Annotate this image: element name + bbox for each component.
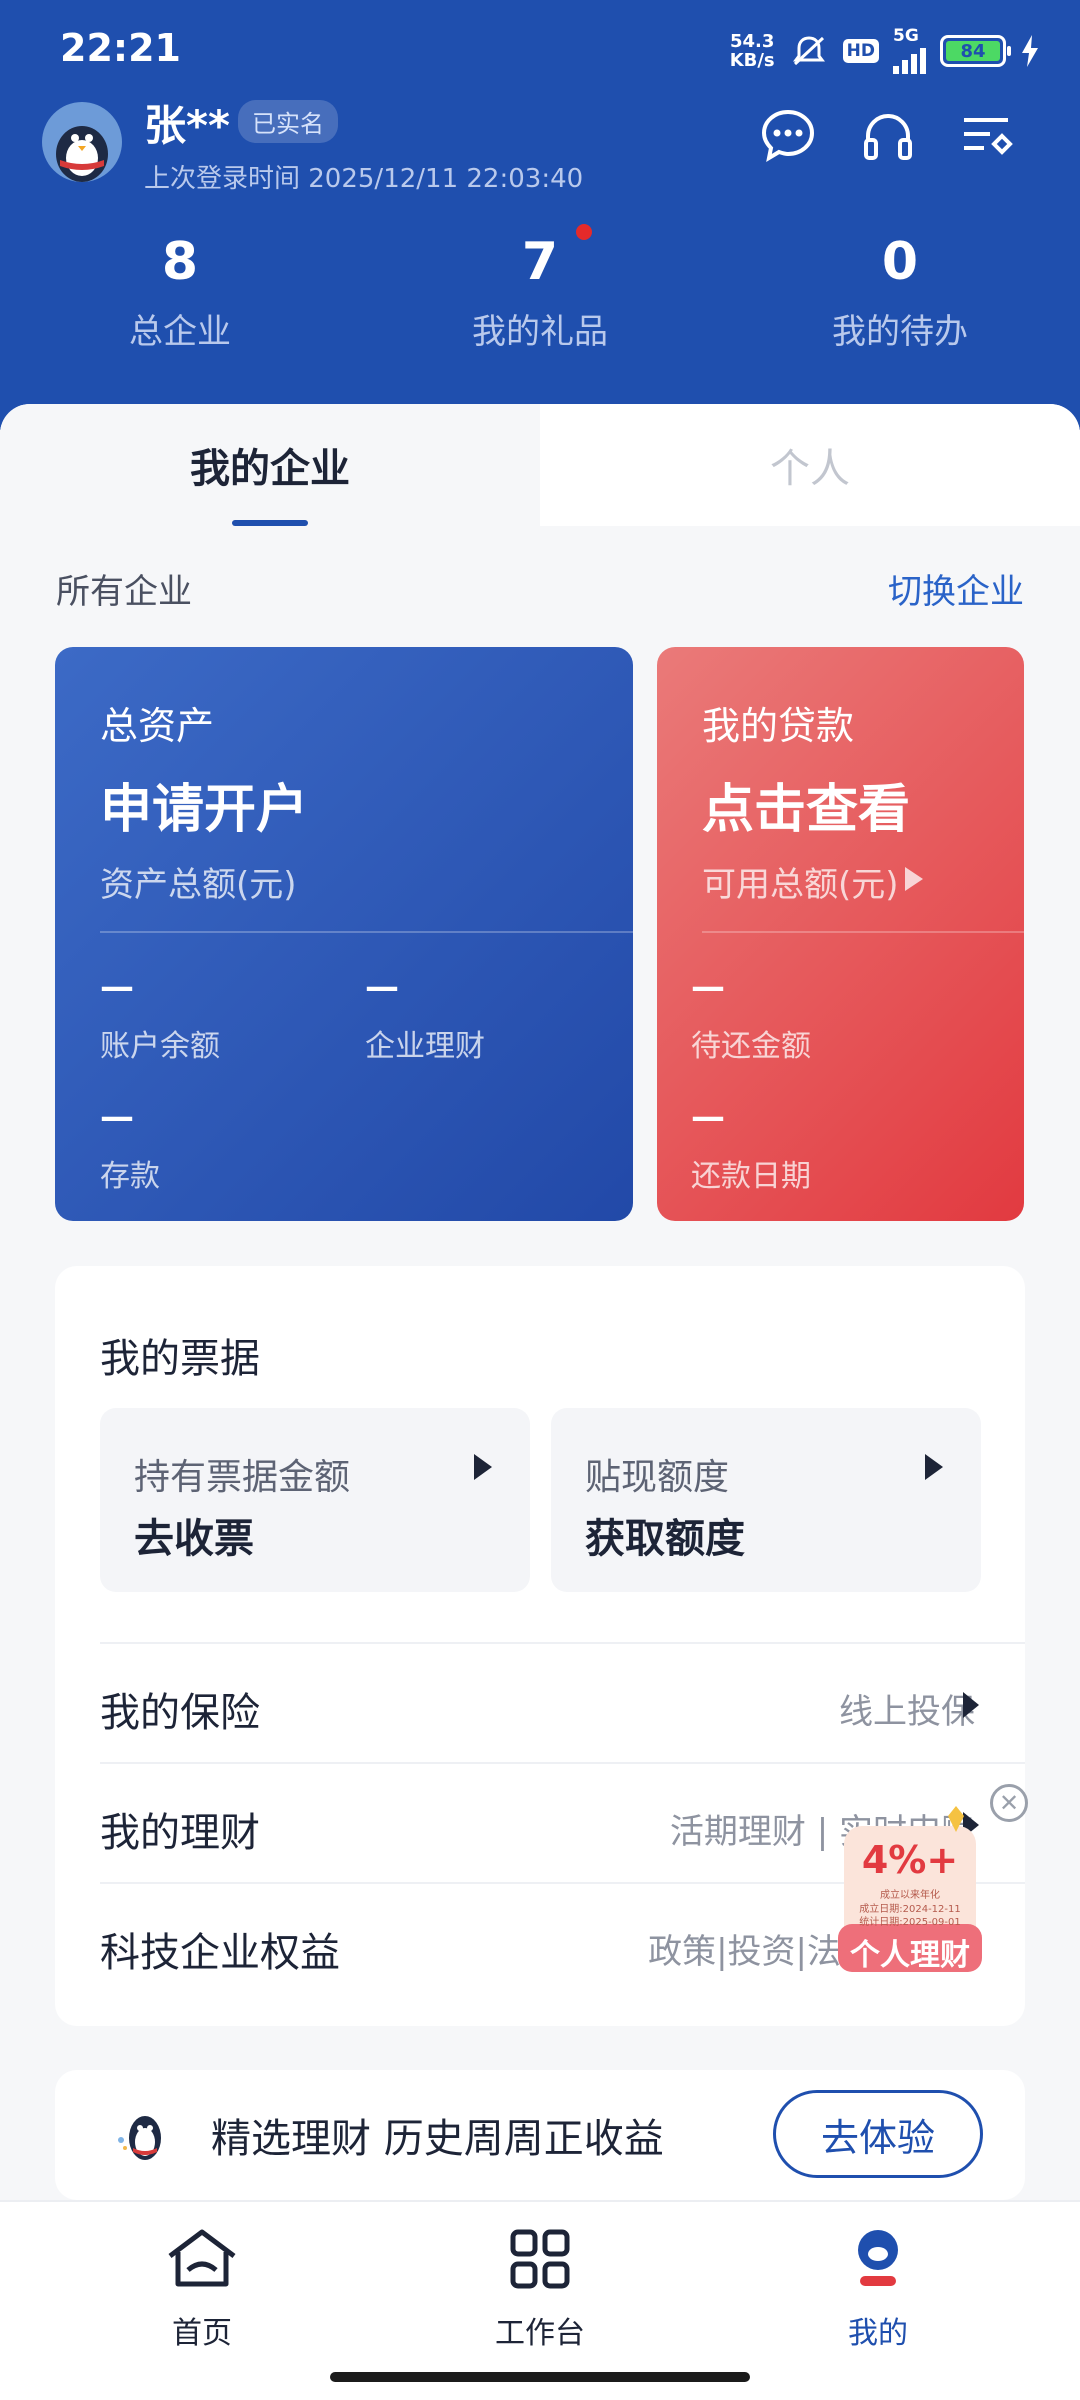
banner-text: 精选理财 历史周周正收益	[211, 2116, 664, 2162]
nav-mine[interactable]: 我的	[778, 2224, 978, 2352]
status-bar: 22:21 54.3 KB/s HD 5G 84	[0, 0, 1080, 100]
card-subtitle: 可用总额(元)	[702, 857, 925, 906]
notification-dot	[576, 224, 592, 240]
customer-service-button[interactable]	[858, 108, 918, 168]
bills-title: 我的票据	[100, 1336, 260, 1382]
deposit-value: —	[100, 1097, 134, 1137]
verified-badge: 已实名	[238, 100, 338, 143]
repayment-date-value: —	[691, 1097, 725, 1137]
switch-enterprise-link[interactable]: 切换企业	[888, 564, 1024, 613]
headset-icon	[858, 106, 918, 170]
signal-5g-icon: 5G	[893, 28, 926, 74]
charging-icon	[1020, 35, 1040, 67]
play-arrow-icon	[961, 1690, 981, 1724]
corporate-wealth-value: —	[365, 967, 399, 1007]
hd-icon: HD	[842, 39, 879, 63]
tab-personal[interactable]: 个人	[540, 404, 1080, 526]
card-subtitle: 资产总额(元)	[100, 865, 297, 905]
account-balance-value: —	[100, 967, 134, 1007]
discount-quota-box[interactable]: 贴现额度 获取额度	[551, 1408, 981, 1592]
list-item-insurance[interactable]: 我的保险 线上投保	[100, 1642, 1025, 1762]
battery-icon: 84	[940, 35, 1011, 67]
play-arrow-icon	[472, 1452, 494, 1486]
enterprise-header: 所有企业 切换企业	[56, 564, 1024, 613]
promo-rate: 4%+	[861, 1838, 959, 1882]
header: 22:21 54.3 KB/s HD 5G 84 张** 已实名 上次登录时间 …	[0, 0, 1080, 430]
promo-line1: 成立以来年化	[880, 1890, 940, 1901]
status-icons: 54.3 KB/s HD 5G 84	[730, 28, 1040, 74]
due-amount-value: —	[691, 967, 725, 1007]
tab-bar: 我的企业 个人	[0, 404, 1080, 526]
profile-icon	[838, 2224, 918, 2294]
home-icon	[162, 2224, 242, 2294]
penguin-mascot-icon	[113, 2102, 177, 2170]
card-title: 总资产	[100, 704, 215, 748]
tab-my-enterprise[interactable]: 我的企业	[0, 404, 540, 526]
account-balance-label: 账户余额	[100, 1029, 220, 1064]
promo-line3: 统计日期:2025-09-01	[859, 1917, 961, 1928]
net-speed: 54.3 KB/s	[729, 31, 775, 71]
my-loans-card[interactable]: 我的贷款 点击查看 可用总额(元) — 待还金额 — 还款日期	[657, 647, 1024, 1221]
try-now-button[interactable]: 去体验	[773, 2090, 983, 2178]
stat-total-enterprises[interactable]: 8 总企业	[60, 232, 300, 353]
status-time: 22:21	[60, 26, 181, 70]
nav-home[interactable]: 首页	[102, 2224, 302, 2352]
all-enterprises-label: 所有企业	[56, 572, 192, 612]
close-icon[interactable]: ✕	[990, 1784, 1028, 1822]
message-button[interactable]	[758, 108, 818, 168]
personal-wealth-promo[interactable]: 4%+ 成立以来年化 成立日期:2024-12-11 统计日期:2025-09-…	[838, 1806, 982, 1974]
repayment-date-label: 还款日期	[691, 1159, 811, 1194]
nav-workbench[interactable]: 工作台	[440, 2224, 640, 2352]
avatar[interactable]	[42, 102, 122, 182]
play-arrow-icon	[903, 862, 925, 902]
divider	[702, 931, 1024, 933]
bottom-nav: 首页 工作台 我的	[0, 2200, 1080, 2400]
corporate-wealth-label: 企业理财	[365, 1029, 485, 1064]
user-name: 张**	[144, 101, 230, 150]
divider	[100, 931, 633, 933]
settings-list-icon	[958, 106, 1018, 170]
due-amount-label: 待还金额	[691, 1029, 811, 1064]
open-account-action[interactable]: 申请开户	[100, 767, 308, 842]
mute-icon	[789, 34, 829, 68]
home-indicator[interactable]	[330, 2372, 750, 2382]
view-loans-action[interactable]: 点击查看	[702, 767, 910, 842]
held-bills-box[interactable]: 持有票据金额 去收票	[100, 1408, 530, 1592]
wealth-banner[interactable]: 精选理财 历史周周正收益 去体验	[55, 2070, 1025, 2200]
deposit-label: 存款	[100, 1159, 160, 1194]
promo-tag: 个人理财	[850, 1938, 970, 1973]
last-login-time: 上次登录时间 2025/12/11 22:03:40	[144, 164, 584, 194]
settings-button[interactable]	[958, 108, 1018, 168]
stat-my-todos[interactable]: 0 我的待办	[780, 232, 1020, 353]
tab-indicator	[232, 520, 308, 526]
message-icon	[758, 106, 818, 170]
total-assets-card[interactable]: 总资产 申请开户 资产总额(元) — 账户余额 — 企业理财 — 存款	[55, 647, 633, 1221]
grid-icon	[500, 2224, 580, 2294]
stat-my-gifts[interactable]: 7 我的礼品	[420, 232, 660, 353]
card-title: 我的贷款	[702, 704, 855, 748]
play-arrow-icon	[923, 1452, 945, 1486]
